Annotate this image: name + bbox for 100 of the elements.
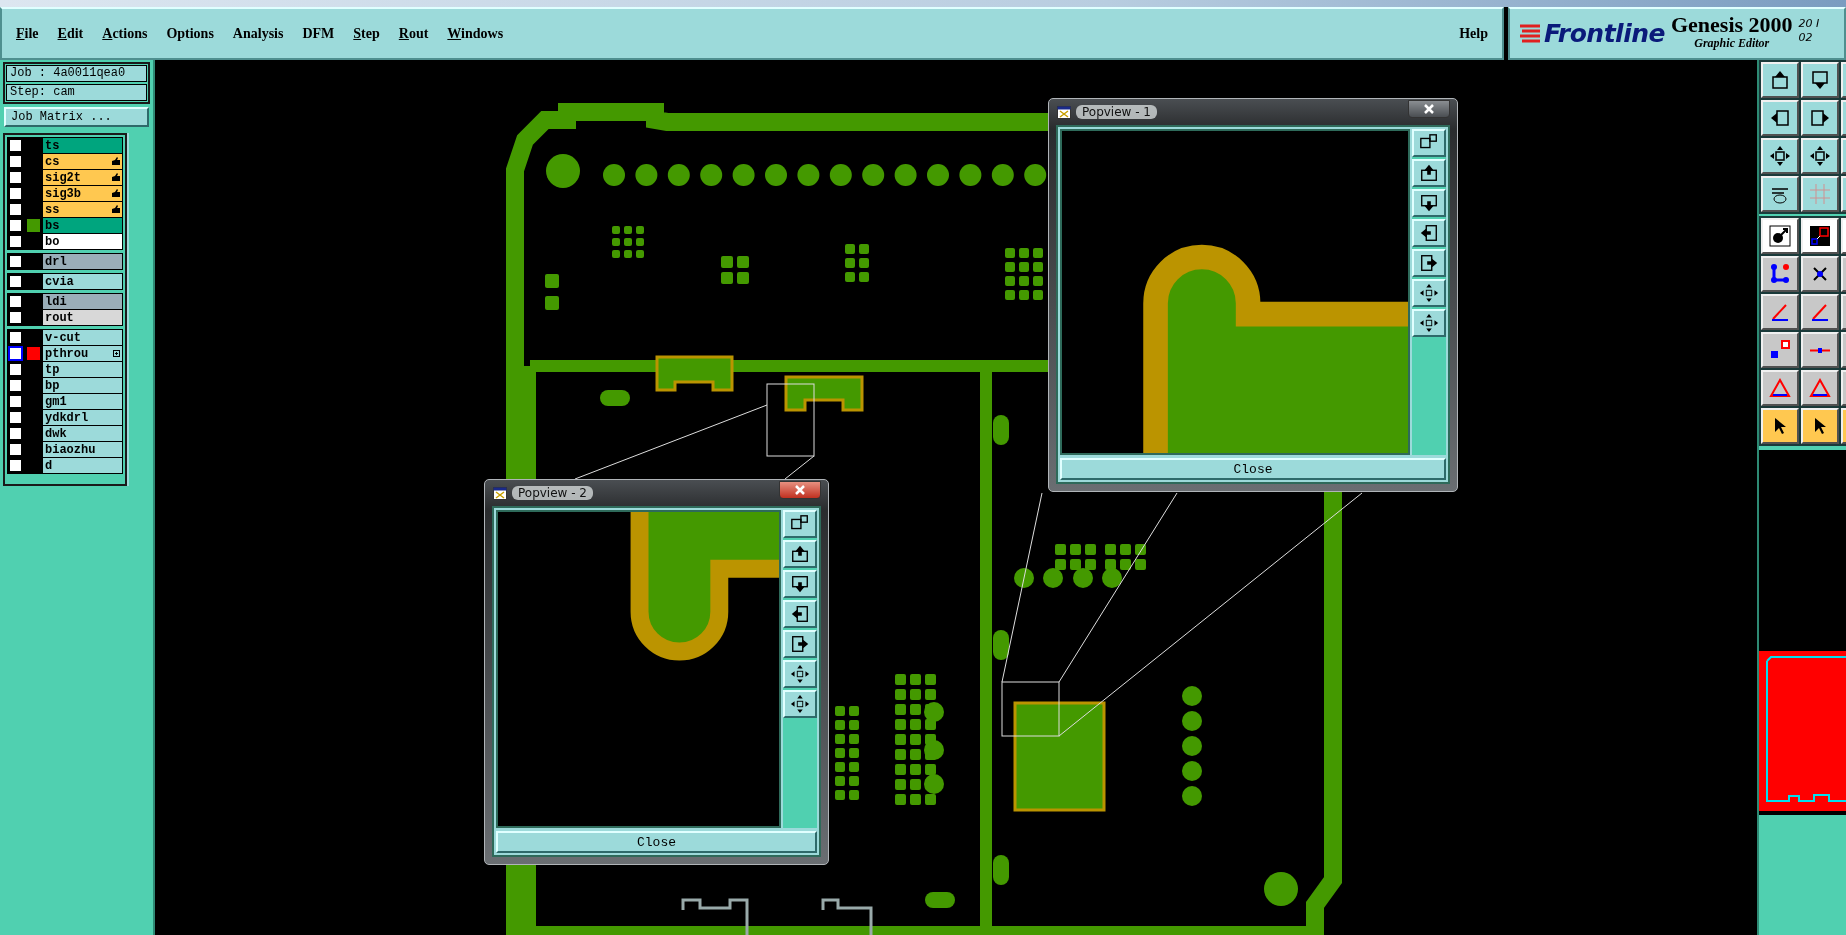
view-tool-button[interactable] bbox=[783, 570, 817, 598]
layer-name[interactable]: pthrou bbox=[43, 346, 122, 361]
measure-icon bbox=[1809, 225, 1831, 247]
smd-pad bbox=[895, 794, 906, 805]
view-tool-button[interactable] bbox=[783, 660, 817, 688]
tool-button[interactable] bbox=[1801, 370, 1839, 406]
view-tool-button[interactable] bbox=[783, 630, 817, 658]
round-pad bbox=[797, 164, 820, 186]
menu-item[interactable]: Step bbox=[353, 25, 380, 42]
layer-name[interactable]: v-cut bbox=[43, 330, 122, 345]
triangle-icon bbox=[1769, 377, 1791, 399]
brand-logo: Frontline bbox=[1544, 19, 1665, 48]
view-tool-button[interactable] bbox=[783, 600, 817, 628]
layer-name[interactable]: ts bbox=[43, 138, 122, 153]
layer-name[interactable]: bs bbox=[43, 218, 122, 233]
view-tool-button[interactable] bbox=[1412, 129, 1446, 157]
close-button[interactable] bbox=[1408, 100, 1450, 118]
tool-button[interactable] bbox=[1761, 62, 1799, 98]
layer-label: drl bbox=[45, 254, 67, 269]
tool-button[interactable] bbox=[1801, 176, 1839, 212]
view-tool-button[interactable] bbox=[1412, 159, 1446, 187]
view-tool-button[interactable] bbox=[1412, 249, 1446, 277]
layer-name[interactable]: bp bbox=[43, 378, 122, 393]
segment-icon bbox=[1810, 347, 1830, 353]
layer-name[interactable]: cs bbox=[43, 154, 122, 169]
version-text: 02 bbox=[1798, 30, 1814, 45]
layer-name[interactable]: dwk bbox=[43, 426, 122, 441]
layer-name[interactable]: tp bbox=[43, 362, 122, 377]
round-pad bbox=[765, 164, 787, 186]
job-matrix-button[interactable]: Job Matrix ... bbox=[4, 107, 149, 127]
menu-item[interactable]: Edit bbox=[57, 25, 84, 42]
tool-button[interactable] bbox=[1761, 408, 1799, 444]
menu-item[interactable]: Actions bbox=[102, 25, 148, 42]
smd-pad bbox=[895, 734, 906, 745]
close-button[interactable]: Close bbox=[496, 831, 817, 853]
tool-button[interactable] bbox=[1801, 408, 1839, 444]
layer-name[interactable]: rout bbox=[43, 310, 122, 325]
tool-button[interactable] bbox=[1801, 218, 1839, 254]
round-pad bbox=[1043, 568, 1063, 588]
tool-button[interactable] bbox=[1761, 370, 1799, 406]
view-tool-button[interactable] bbox=[783, 510, 817, 538]
menu-item[interactable]: File bbox=[16, 25, 39, 42]
layer-name[interactable]: bo bbox=[43, 234, 122, 249]
oval-pad bbox=[925, 892, 955, 908]
tool-button[interactable] bbox=[1761, 176, 1799, 212]
tool-button[interactable] bbox=[1761, 100, 1799, 136]
view-tool-button[interactable] bbox=[783, 690, 817, 718]
tool-button[interactable] bbox=[1761, 332, 1799, 368]
round-pad bbox=[603, 164, 625, 186]
view-tool-button[interactable] bbox=[1412, 219, 1446, 247]
tool-button[interactable] bbox=[1801, 256, 1839, 292]
layer-name[interactable]: gm1 bbox=[43, 394, 122, 409]
smd-pad bbox=[895, 779, 906, 790]
smd-pad bbox=[910, 794, 921, 805]
layer-name[interactable]: cvia bbox=[43, 274, 122, 289]
view-tool-button[interactable] bbox=[1412, 309, 1446, 337]
layer-name[interactable]: sig3b bbox=[43, 186, 122, 201]
smd-pad bbox=[910, 779, 921, 790]
round-pad bbox=[1182, 686, 1202, 706]
close-button[interactable] bbox=[779, 481, 821, 499]
tool-button[interactable] bbox=[1801, 100, 1839, 136]
view-tool-button[interactable] bbox=[1412, 189, 1446, 217]
menu-item[interactable]: Options bbox=[166, 25, 214, 42]
view-tool-button[interactable] bbox=[1412, 279, 1446, 307]
menu-item[interactable]: DFM bbox=[302, 25, 335, 42]
smd-pad bbox=[925, 674, 936, 685]
layer-name[interactable]: ydkdrl bbox=[43, 410, 122, 425]
layer-name[interactable]: sig2t bbox=[43, 170, 122, 185]
tool-button[interactable] bbox=[1761, 138, 1799, 174]
menu-item[interactable]: Windows bbox=[447, 25, 504, 42]
close-button[interactable]: Close bbox=[1060, 458, 1446, 480]
tool-button[interactable] bbox=[1801, 138, 1839, 174]
smd-pad bbox=[910, 689, 921, 700]
layer-color-swatch[interactable] bbox=[27, 219, 40, 232]
layer-name[interactable]: biaozhu bbox=[43, 442, 122, 457]
arrow-left-icon bbox=[1419, 223, 1439, 243]
tool-button[interactable] bbox=[1801, 62, 1839, 98]
layer-color-swatch[interactable] bbox=[27, 347, 40, 360]
tool-button[interactable] bbox=[1801, 332, 1839, 368]
arrow-down-icon bbox=[1809, 69, 1831, 91]
help-menu[interactable]: Help bbox=[1459, 25, 1488, 42]
smd-pad bbox=[895, 674, 906, 685]
round-pad bbox=[1182, 761, 1202, 781]
tool-button[interactable] bbox=[1801, 294, 1839, 330]
view-tool-button[interactable] bbox=[783, 540, 817, 568]
close-icon bbox=[1424, 104, 1434, 114]
round-pad bbox=[667, 164, 690, 186]
layer-name[interactable]: ldi bbox=[43, 294, 122, 309]
tool-button[interactable] bbox=[1761, 218, 1799, 254]
menu-item[interactable]: Analysis bbox=[232, 25, 284, 42]
round-pad bbox=[732, 164, 755, 186]
round-pad bbox=[1182, 786, 1202, 806]
smd-pad bbox=[910, 764, 921, 775]
layer-name[interactable]: ss bbox=[43, 202, 122, 217]
tool-button[interactable] bbox=[1761, 256, 1799, 292]
menu-item[interactable]: Rout bbox=[398, 25, 429, 42]
layer-name[interactable]: drl bbox=[43, 254, 122, 269]
layer-name[interactable]: d bbox=[43, 458, 122, 473]
connector-outline bbox=[681, 898, 749, 935]
tool-button[interactable] bbox=[1761, 294, 1799, 330]
